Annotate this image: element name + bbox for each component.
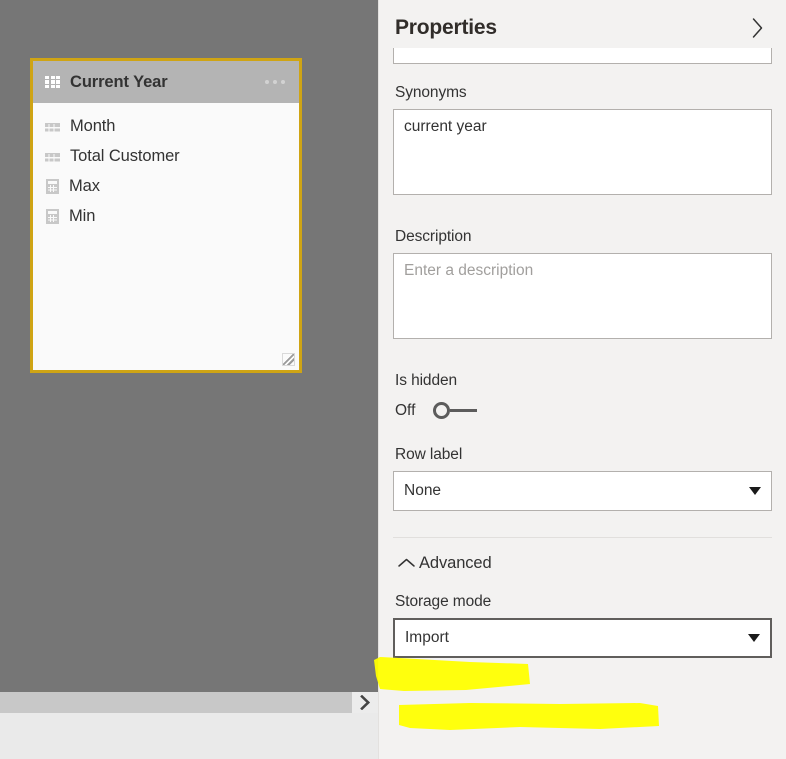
synonyms-group: Synonyms [393, 84, 772, 200]
table-card-header[interactable]: Current Year [33, 61, 299, 103]
caret-down-icon [749, 486, 761, 495]
list-item[interactable]: Min [33, 201, 299, 231]
description-input[interactable] [393, 252, 772, 339]
table-card-current-year[interactable]: Current Year Month Total Customer Max Mi… [30, 58, 302, 373]
ellipsis-icon[interactable] [261, 74, 289, 90]
page-title: Properties [395, 16, 497, 39]
table-field-list: Month Total Customer Max Min [33, 103, 299, 231]
chevron-right-icon [359, 695, 370, 710]
toggle-track [450, 409, 477, 412]
measure-icon [46, 178, 59, 194]
list-item[interactable]: Total Customer [33, 141, 299, 171]
chevron-up-icon [398, 558, 415, 567]
name-input[interactable] [393, 47, 772, 64]
table-grid-icon [45, 75, 60, 89]
field-label: Min [69, 206, 96, 225]
toggle-knob [433, 401, 450, 419]
chevron-right-icon [752, 18, 762, 38]
table-card-title: Current Year [70, 72, 168, 91]
is-hidden-toggle-row: Off [395, 400, 772, 422]
is-hidden-label: Is hidden [395, 371, 458, 389]
caret-down-icon [748, 633, 760, 642]
model-diagram-canvas[interactable]: Current Year Month Total Customer Max Mi… [0, 0, 378, 692]
properties-pane-header: Properties [379, 0, 786, 46]
field-label: Total Customer [70, 146, 180, 165]
footer-strip [0, 713, 378, 759]
field-label: Max [69, 176, 100, 195]
canvas-horizontal-scrollbar[interactable] [0, 692, 378, 713]
collapse-pane-button[interactable] [744, 15, 770, 41]
list-item[interactable]: Max [33, 171, 299, 201]
column-icon [45, 119, 60, 133]
description-label: Description [395, 227, 472, 245]
advanced-section-label: Advanced [419, 553, 492, 572]
scrollbar-thumb[interactable] [0, 692, 352, 713]
properties-pane: Properties Synonyms Description Is hidde… [378, 0, 786, 759]
synonyms-input[interactable] [393, 108, 772, 195]
row-label-dropdown[interactable]: None [393, 470, 772, 511]
column-icon [45, 149, 60, 163]
row-label-value: None [404, 481, 442, 499]
description-group: Description [393, 228, 772, 344]
advanced-section-header[interactable]: Advanced [393, 538, 772, 573]
resize-handle-icon[interactable] [282, 353, 295, 366]
expand-pane-button[interactable] [352, 692, 378, 713]
is-hidden-group: Is hidden Off [393, 372, 772, 422]
storage-mode-group: Storage mode Import [393, 593, 772, 658]
synonyms-label: Synonyms [395, 83, 467, 101]
toggle-state-label: Off [395, 401, 416, 419]
storage-mode-value: Import [405, 628, 449, 646]
measure-icon [46, 208, 59, 224]
row-label-group: Row label None [393, 446, 772, 511]
is-hidden-toggle[interactable] [433, 400, 481, 422]
storage-mode-dropdown[interactable]: Import [393, 617, 772, 658]
list-item[interactable]: Month [33, 111, 299, 141]
row-label-label: Row label [395, 445, 463, 463]
storage-mode-label: Storage mode [395, 592, 492, 610]
properties-pane-body: Synonyms Description Is hidden Off Row l [379, 46, 786, 658]
field-label: Month [70, 116, 116, 135]
